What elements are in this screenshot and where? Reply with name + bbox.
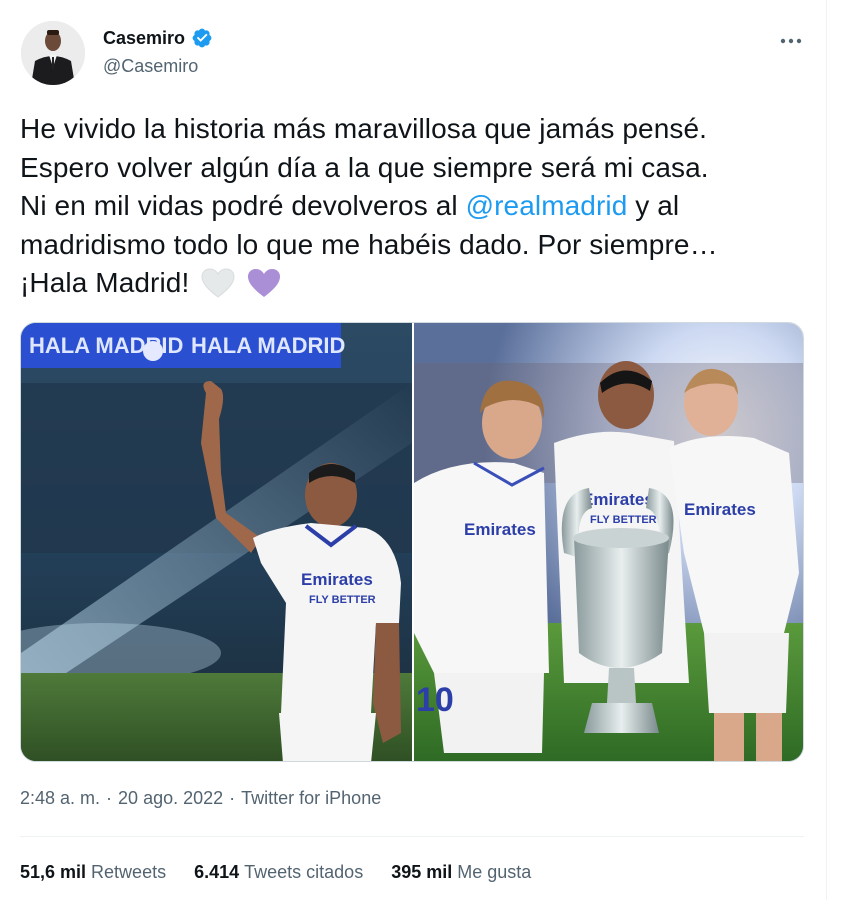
stat-number: 51,6 mil [20,862,87,882]
tweet-time[interactable]: 2:48 a. m. [20,788,100,809]
tweet-line: Ni en mil vidas podré devolveros al @rea… [20,187,820,226]
banner-text: HALA MADRID [191,333,345,358]
tweet-line: ¡Hala Madrid! [20,264,820,303]
verified-badge-icon [192,28,212,48]
jersey-sponsor: Emirates [582,490,654,509]
stat-label: Retweets [91,862,167,882]
likes-stat[interactable]: 395 mil Me gusta [391,862,531,883]
tweet-meta: 2:48 a. m. · 20 ago. 2022 · Twitter for … [20,788,381,809]
tweet-line: Espero volver algún día a la que siempre… [20,151,709,183]
tweet-text-segment: Ni en mil vidas podré devolveros al [20,190,466,221]
stat-number: 395 mil [391,862,453,882]
jersey-sub: FLY BETTER [590,514,657,526]
tweet-text-segment: ¡Hala Madrid! [20,267,190,298]
separator-dot: · [229,788,236,808]
separator-dot: · [106,788,113,808]
stat-label: Me gusta [457,862,532,882]
photo-trophy-celebration[interactable]: Emirates 10 Emirates FLY BETTER Emirates [414,323,803,761]
tweet-text-segment: y al [627,190,680,221]
ellipsis-icon [780,38,802,44]
divider [20,836,804,837]
purple-heart-icon [248,269,281,297]
avatar-image [21,21,85,85]
author-name[interactable]: Casemiro [103,27,213,49]
more-options-button[interactable] [776,26,806,56]
stat-label: Tweets citados [244,862,364,882]
column-border [826,0,827,900]
jersey-sub: FLY BETTER [309,594,376,606]
quote-tweets-stat[interactable]: 6.414 Tweets citados [194,862,363,883]
stat-number: 6.414 [194,862,240,882]
jersey-number: 10 [416,681,454,719]
photo-casemiro-waving[interactable]: HALA MADRID HALA MADRID Emirates FLY BET… [21,323,412,761]
jersey-sponsor: Emirates [684,500,756,519]
tweet-media: HALA MADRID HALA MADRID Emirates FLY BET… [20,322,804,762]
photo-image: Emirates 10 Emirates FLY BETTER Emirates [414,323,803,761]
tweet-date[interactable]: 20 ago. 2022 [118,788,223,809]
jersey-sponsor: Emirates [464,520,536,539]
jersey-sponsor: Emirates [301,570,373,589]
photo-image: HALA MADRID HALA MADRID Emirates FLY BET… [21,323,412,761]
tweet-stats: 51,6 mil Retweets 6.414 Tweets citados 3… [20,862,531,883]
tweet-text: He vivido la historia más maravillosa qu… [20,110,820,303]
retweets-stat[interactable]: 51,6 mil Retweets [20,862,166,883]
tweet-source[interactable]: Twitter for iPhone [241,788,381,809]
author-handle[interactable]: @Casemiro [103,56,198,77]
tweet-line: madridismo todo lo que me habéis dado. P… [20,228,718,260]
mention-link[interactable]: @realmadrid [466,190,628,221]
tweet-line: He vivido la historia más maravillosa qu… [20,113,708,144]
white-heart-icon [201,268,235,298]
avatar[interactable] [21,21,85,85]
author-name-text: Casemiro [103,27,186,48]
